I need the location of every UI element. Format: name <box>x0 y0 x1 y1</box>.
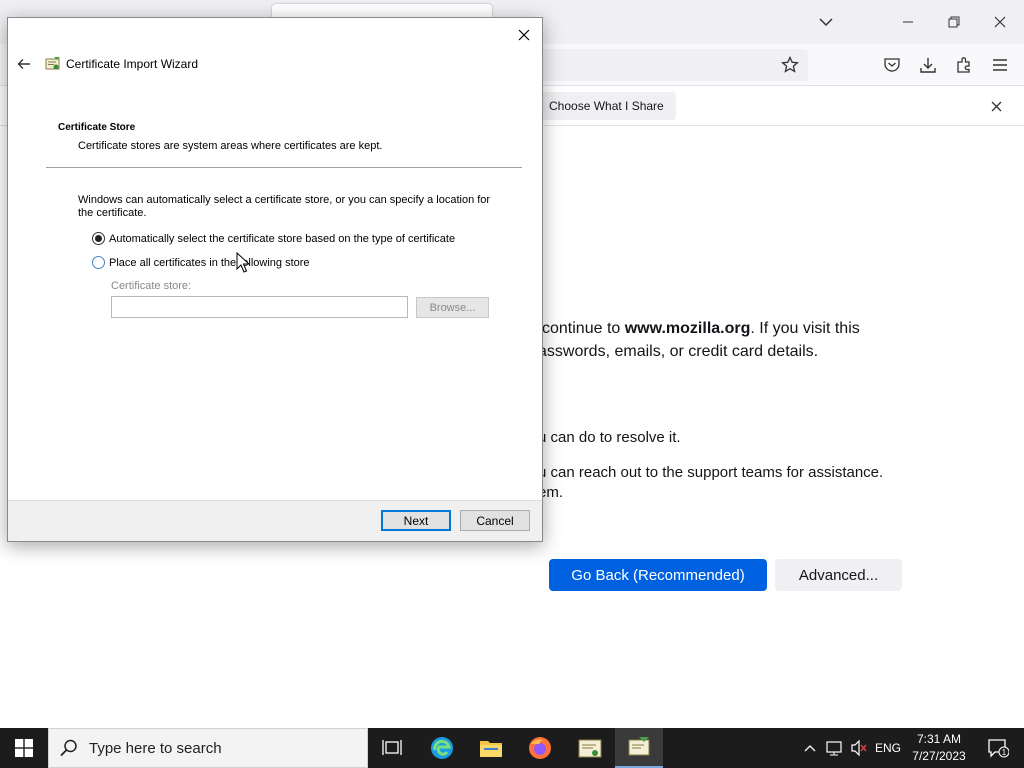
certificate-store-label: Certificate store: <box>111 280 192 292</box>
url-bar[interactable] <box>540 49 808 81</box>
browse-button: Browse... <box>416 297 489 318</box>
close-icon[interactable] <box>984 94 1008 118</box>
back-arrow-icon[interactable] <box>14 54 34 74</box>
dialog-footer: Next Cancel <box>8 500 542 541</box>
action-center-icon[interactable]: 1 <box>978 728 1018 768</box>
next-button[interactable]: Next <box>381 510 451 531</box>
pocket-icon[interactable] <box>880 53 904 77</box>
file-explorer-icon[interactable] <box>467 728 515 768</box>
list-tabs-icon[interactable] <box>810 6 842 38</box>
support-text-line: u can reach out to the support teams for… <box>538 464 884 481</box>
task-view-icon[interactable] <box>368 728 416 768</box>
language-indicator[interactable]: ENG <box>872 728 904 768</box>
cancel-button[interactable]: Cancel <box>460 510 530 531</box>
radio-button-unchecked[interactable] <box>92 256 105 269</box>
clock[interactable]: 7:31 AM 7/27/2023 <box>906 731 972 765</box>
taskbar-search-box[interactable]: Type here to search <box>48 728 368 768</box>
extensions-icon[interactable] <box>952 53 976 77</box>
certificate-store-field <box>111 296 408 318</box>
description-text: Windows can automatically select a certi… <box>78 194 491 219</box>
choose-what-i-share-button[interactable]: Choose What I Share <box>542 92 676 120</box>
close-window-icon[interactable] <box>984 6 1016 38</box>
warning-domain: www.mozilla.org <box>624 320 751 337</box>
radio-place-in-store[interactable]: Place all certificates in the following … <box>92 256 310 269</box>
advanced-button[interactable]: Advanced... <box>775 559 902 591</box>
show-hidden-icons-icon[interactable] <box>800 728 820 768</box>
restore-icon[interactable] <box>938 6 970 38</box>
search-icon <box>49 728 89 768</box>
search-placeholder: Type here to search <box>89 739 222 757</box>
radio-auto-label[interactable]: Automatically select the certificate sto… <box>109 233 455 245</box>
dialog-title: Certificate Import Wizard <box>66 57 199 71</box>
certificate-wizard-app-icon[interactable] <box>615 728 663 768</box>
separator <box>46 167 522 168</box>
certificate-icon <box>44 55 62 73</box>
close-icon[interactable] <box>512 24 536 46</box>
warning-text-line: asswords, emails, or credit card details… <box>538 343 819 360</box>
windows-start-icon[interactable] <box>0 728 48 768</box>
firefox-icon[interactable] <box>516 728 564 768</box>
menu-icon[interactable] <box>988 53 1012 77</box>
mouse-cursor-icon <box>236 251 251 274</box>
downloads-icon[interactable] <box>916 53 940 77</box>
clock-time: 7:31 AM <box>916 732 962 746</box>
warning-text-part: . If you visit this <box>750 320 860 337</box>
section-subtitle: Certificate stores are system areas wher… <box>78 140 383 152</box>
clock-date: 7/27/2023 <box>912 749 966 763</box>
taskbar: Type here to search ENG 7:31 AM 7/27/202… <box>0 728 1024 768</box>
notification-count: 1 <box>1002 748 1007 757</box>
go-back-button[interactable]: Go Back (Recommended) <box>549 559 767 591</box>
certificate-manager-app-icon[interactable] <box>566 728 614 768</box>
bookmark-star-icon[interactable] <box>778 53 802 77</box>
resolve-text-line: u can do to resolve it. <box>538 429 681 446</box>
volume-muted-icon[interactable] <box>848 728 870 768</box>
edge-icon[interactable] <box>418 728 466 768</box>
certificate-import-wizard-dialog: Certificate Import Wizard Certificate St… <box>7 17 543 542</box>
network-icon[interactable] <box>824 728 846 768</box>
warning-text-line: continue to www.mozilla.org. If you visi… <box>542 320 860 338</box>
radio-manual-label[interactable]: Place all certificates in the following … <box>109 257 310 269</box>
radio-auto-select[interactable]: Automatically select the certificate sto… <box>92 232 455 245</box>
radio-button-checked[interactable] <box>92 232 105 245</box>
minimize-icon[interactable] <box>892 6 924 38</box>
section-heading: Certificate Store <box>58 122 136 133</box>
warning-text-part: continue to <box>542 320 625 337</box>
